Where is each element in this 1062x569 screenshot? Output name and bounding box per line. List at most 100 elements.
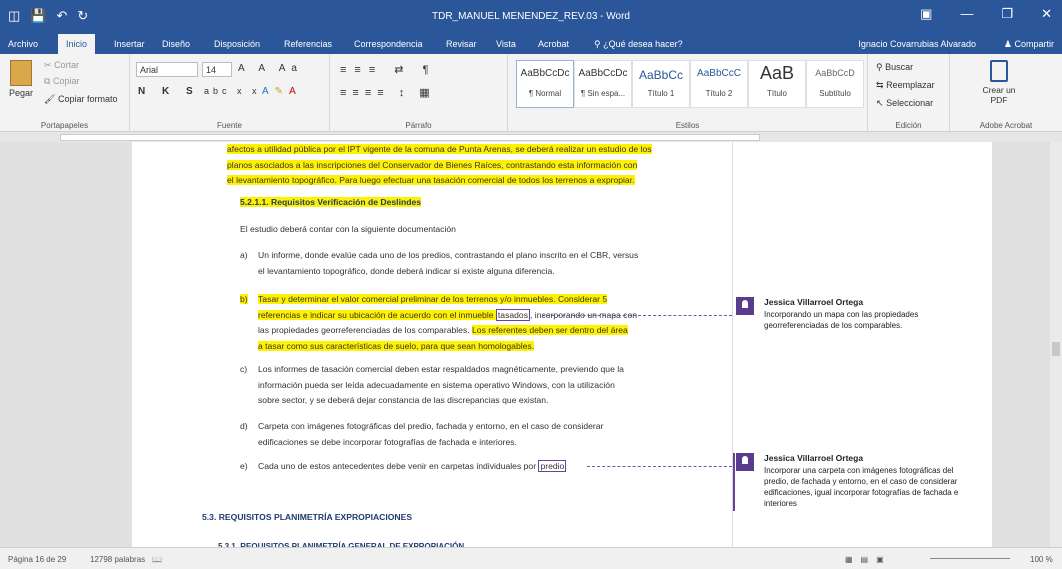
text-line: afectos a utilidad pública por el IPT vi… bbox=[227, 144, 652, 154]
style-title[interactable]: AaB Título bbox=[748, 60, 806, 108]
create-pdf-button[interactable]: Crear un PDF bbox=[974, 60, 1024, 105]
cut-button[interactable]: ✂ Cortar bbox=[44, 60, 79, 71]
group-paragraph: ≡≡≡ ⇄ ¶ ≡≡≡≡ ↕ ▦ Párrafo bbox=[330, 54, 508, 132]
style-heading-1[interactable]: AaBbCc Título 1 bbox=[632, 60, 690, 108]
list-item-d: Carpeta con imágenes fotográficas del pr… bbox=[258, 419, 603, 450]
font-name-select[interactable]: Arial bbox=[136, 62, 198, 77]
text-line: el levantamiento topográfico, donde debe… bbox=[258, 265, 555, 276]
font-size-select[interactable]: 14 bbox=[202, 62, 232, 77]
copy-button[interactable]: ⧉ Copiar bbox=[44, 76, 79, 87]
tab-insertar[interactable]: Insertar bbox=[114, 39, 145, 49]
avatar bbox=[736, 453, 754, 471]
find-label: Buscar bbox=[885, 62, 914, 72]
page-indicator[interactable]: Página 16 de 29 bbox=[8, 555, 66, 564]
style-name: ¶ Normal bbox=[528, 89, 562, 98]
ribbon-tabs: Archivo Inicio Insertar Diseño Disposici… bbox=[0, 34, 1062, 54]
find-button[interactable]: ⚲ Buscar bbox=[876, 62, 913, 73]
style-no-spacing[interactable]: AaBbCcDc ¶ Sin espa... bbox=[574, 60, 632, 108]
style-subtitle[interactable]: AaBbCcD Subtítulo bbox=[806, 60, 864, 108]
replace-button[interactable]: ⇆ Reemplazar bbox=[876, 80, 935, 91]
zoom-level[interactable]: 100 % bbox=[1030, 555, 1053, 564]
text-line: el levantamiento topográfico. Para luego… bbox=[227, 175, 635, 185]
comment-2[interactable]: Jessica Villarroel Ortega Incorporar una… bbox=[733, 453, 986, 511]
close-icon[interactable]: ✕ bbox=[1041, 6, 1052, 22]
text-line: planos asociados a las inscripciones del… bbox=[227, 159, 638, 170]
cursor-icon: ↖ bbox=[876, 98, 884, 108]
text-line: Los referentes deben ser dentro del área bbox=[472, 325, 628, 335]
commented-word[interactable]: tasados bbox=[495, 308, 531, 321]
select-button[interactable]: ↖ Seleccionar bbox=[876, 98, 933, 109]
marker-text: b) bbox=[240, 294, 248, 304]
commented-word[interactable]: predio bbox=[538, 460, 567, 472]
list-buttons[interactable]: ≡≡≡ ⇄ ¶ bbox=[340, 63, 437, 76]
font-color-buttons[interactable]: A✎A bbox=[262, 86, 302, 97]
comment-body: Incorporar una carpeta con imágenes foto… bbox=[764, 466, 959, 508]
comment-author: Jessica Villarroel Ortega bbox=[764, 453, 864, 463]
font-label: Fuente bbox=[217, 121, 242, 130]
cut-label: Cortar bbox=[54, 60, 80, 70]
list-item-b: Tasar y determinar el valor comercial pr… bbox=[258, 292, 637, 354]
text-line: Tasar y determinar el valor comercial pr… bbox=[258, 294, 608, 304]
ribbon-display-icon[interactable]: ▣ bbox=[920, 6, 932, 22]
comment-1[interactable]: Jessica Villarroel Ortega Incorporando u… bbox=[736, 297, 986, 337]
user-name[interactable]: Ignacio Covarrubias Alvarado bbox=[858, 39, 976, 49]
status-bar: Página 16 de 29 12798 palabras 📖 ▦▤▣ 100… bbox=[0, 547, 1062, 569]
group-editing: ⚲ Buscar ⇆ Reemplazar ↖ Seleccionar Edic… bbox=[868, 54, 950, 132]
comment-selected-bar bbox=[733, 453, 735, 511]
style-heading-2[interactable]: AaBbCcC Título 2 bbox=[690, 60, 748, 108]
text-line: referencias e indicar su ubicación de ac… bbox=[258, 309, 496, 320]
list-marker-b: b) bbox=[240, 292, 248, 308]
restore-icon[interactable]: ❐ bbox=[1001, 6, 1013, 22]
proofing-icon[interactable]: 📖 bbox=[152, 555, 162, 564]
search-icon: ⚲ bbox=[876, 62, 883, 72]
style-normal[interactable]: AaBbCcDc ¶ Normal bbox=[516, 60, 574, 108]
copy-icon: ⧉ bbox=[44, 76, 51, 86]
scrollbar-thumb[interactable] bbox=[1052, 342, 1060, 356]
style-name: ¶ Sin espa... bbox=[580, 89, 626, 98]
copy-label: Copiar bbox=[52, 76, 80, 86]
tab-inicio[interactable]: Inicio bbox=[58, 34, 96, 54]
view-mode-buttons[interactable]: ▦▤▣ bbox=[845, 555, 892, 564]
share-button[interactable]: ♟ Compartir bbox=[1004, 39, 1054, 50]
font-style-buttons[interactable]: N K S bbox=[138, 86, 200, 97]
text-line: Cada uno de estos antecedentes debe veni… bbox=[258, 461, 539, 471]
font-effects-buttons[interactable]: abc x x bbox=[204, 86, 261, 96]
format-painter-button[interactable]: 🖌 Copiar formato bbox=[44, 94, 117, 105]
paragraph-intro: afectos a utilidad pública por el IPT vi… bbox=[227, 142, 652, 189]
text-line: Carpeta con imágenes fotográficas del pr… bbox=[258, 421, 604, 431]
word-count[interactable]: 12798 palabras bbox=[90, 555, 145, 564]
list-marker-e: e) bbox=[240, 461, 248, 471]
paste-button[interactable]: Pegar bbox=[6, 60, 36, 98]
minimize-icon[interactable]: — bbox=[960, 6, 973, 22]
tell-me-box[interactable]: ⚲ ¿Qué desea hacer? bbox=[594, 39, 683, 50]
tab-vista[interactable]: Vista bbox=[496, 39, 516, 49]
tab-referencias[interactable]: Referencias bbox=[284, 39, 332, 49]
list-marker-c: c) bbox=[240, 364, 248, 374]
alignment-buttons[interactable]: ≡≡≡≡ ↕ ▦ bbox=[340, 86, 436, 99]
clipboard-label: Portapapeles bbox=[40, 121, 89, 130]
font-size-controls[interactable]: A A Aa bbox=[238, 63, 303, 74]
tab-archivo[interactable]: Archivo bbox=[8, 39, 38, 49]
tab-revisar[interactable]: Revisar bbox=[446, 39, 477, 49]
style-sample: AaB bbox=[759, 63, 795, 83]
style-name: Subtítulo bbox=[819, 89, 851, 98]
group-acrobat: Crear un PDF Adobe Acrobat bbox=[950, 54, 1062, 132]
paste-label: Pegar bbox=[8, 88, 34, 98]
style-sample: AaBbCcDc bbox=[520, 68, 570, 79]
tab-correspondencia[interactable]: Correspondencia bbox=[354, 39, 423, 49]
ruler-bar[interactable] bbox=[60, 134, 760, 141]
group-styles: AaBbCcDc ¶ Normal AaBbCcDc ¶ Sin espa...… bbox=[508, 54, 868, 132]
zoom-slider[interactable] bbox=[930, 558, 1010, 559]
tab-disposicion[interactable]: Disposición bbox=[214, 39, 260, 49]
comment-connector bbox=[542, 315, 732, 316]
tab-acrobat[interactable]: Acrobat bbox=[538, 39, 569, 49]
document-page[interactable]: afectos a utilidad pública por el IPT vi… bbox=[132, 142, 732, 551]
horizontal-ruler[interactable] bbox=[0, 132, 1062, 142]
vertical-scrollbar[interactable] bbox=[1050, 142, 1062, 547]
text-line: Los informes de tasación comercial deben… bbox=[258, 364, 624, 374]
style-sample: AaBbCcDc bbox=[578, 68, 628, 79]
tab-diseno[interactable]: Diseño bbox=[162, 39, 190, 49]
brush-icon: 🖌 bbox=[44, 94, 56, 104]
editing-label: Edición bbox=[895, 121, 922, 130]
style-name: Título 2 bbox=[705, 89, 733, 98]
